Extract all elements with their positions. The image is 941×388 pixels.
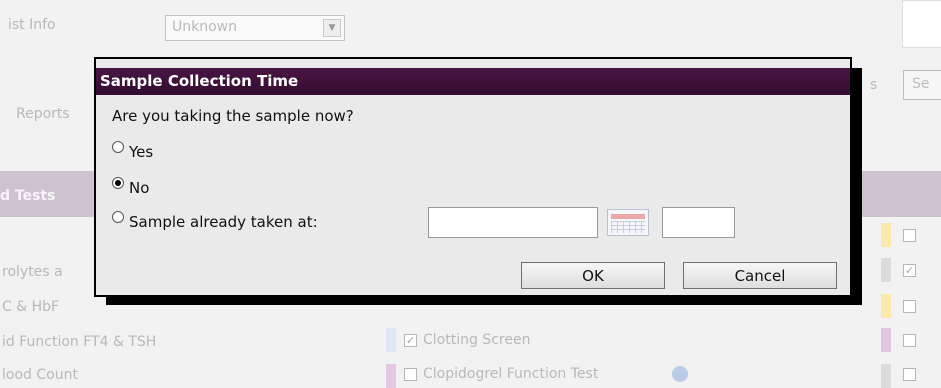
ok-button[interactable]: OK (521, 262, 665, 289)
color-swatch (881, 223, 891, 247)
side-fragment: s (870, 77, 878, 93)
test-row-left-3: id Function FT4 & TSH (2, 334, 157, 350)
option-already-taken-label: Sample already taken at: (129, 213, 318, 231)
calendar-icon[interactable] (607, 209, 649, 236)
dialog-top-strip (96, 59, 850, 68)
calendar-icon-header (611, 214, 645, 219)
radio-yes[interactable] (112, 141, 124, 153)
color-swatch (386, 364, 396, 388)
form-label-info: ist Info (8, 17, 56, 33)
option-no[interactable]: No (112, 177, 150, 197)
clopidogrel-checkbox[interactable] (404, 368, 417, 381)
calendar-icon-grid (611, 221, 645, 233)
background-search-button[interactable]: Se (903, 70, 941, 100)
info-icon[interactable] (672, 366, 688, 382)
color-swatch (881, 258, 891, 282)
dialog-title: Sample Collection Time (96, 68, 850, 95)
option-yes[interactable]: Yes (112, 141, 154, 161)
color-swatch (881, 364, 891, 388)
cancel-button[interactable]: Cancel (683, 262, 837, 289)
color-swatch (881, 294, 891, 318)
option-already-taken[interactable]: Sample already taken at: (112, 211, 318, 231)
color-swatch (881, 328, 891, 352)
background-box (902, 0, 941, 48)
test-row-mid-clopidogrel: Clopidogrel Function Test (423, 366, 599, 382)
right-checkbox-1[interactable] (903, 229, 916, 242)
sample-time-input[interactable] (662, 207, 735, 238)
option-yes-label: Yes (129, 143, 154, 161)
sample-date-input[interactable] (428, 207, 598, 238)
right-checkbox-5[interactable] (903, 368, 916, 381)
background-select[interactable]: Unknown ▼ (165, 15, 345, 41)
test-row-left-4: lood Count (2, 367, 78, 383)
test-row-left-2: C & HbF (2, 299, 60, 315)
right-checkbox-3[interactable] (903, 300, 916, 313)
radio-no[interactable] (112, 177, 124, 189)
right-checkbox-4[interactable] (903, 334, 916, 347)
dialog-question: Are you taking the sample now? (112, 107, 354, 125)
form-label-reports: Reports (16, 106, 70, 122)
chevron-down-icon: ▼ (323, 19, 341, 37)
background-select-value: Unknown (172, 19, 237, 35)
tests-section-title: d Tests (0, 188, 56, 204)
test-row-mid-clotting: Clotting Screen (423, 332, 531, 348)
clotting-screen-checkbox[interactable]: ✓ (404, 334, 417, 347)
color-swatch (386, 328, 396, 352)
test-row-left-1: rolytes a (2, 264, 63, 280)
right-checkbox-2[interactable]: ✓ (903, 264, 916, 277)
option-no-label: No (129, 179, 150, 197)
radio-already-taken[interactable] (112, 211, 124, 223)
sample-collection-dialog: Sample Collection Time Are you taking th… (94, 57, 852, 297)
